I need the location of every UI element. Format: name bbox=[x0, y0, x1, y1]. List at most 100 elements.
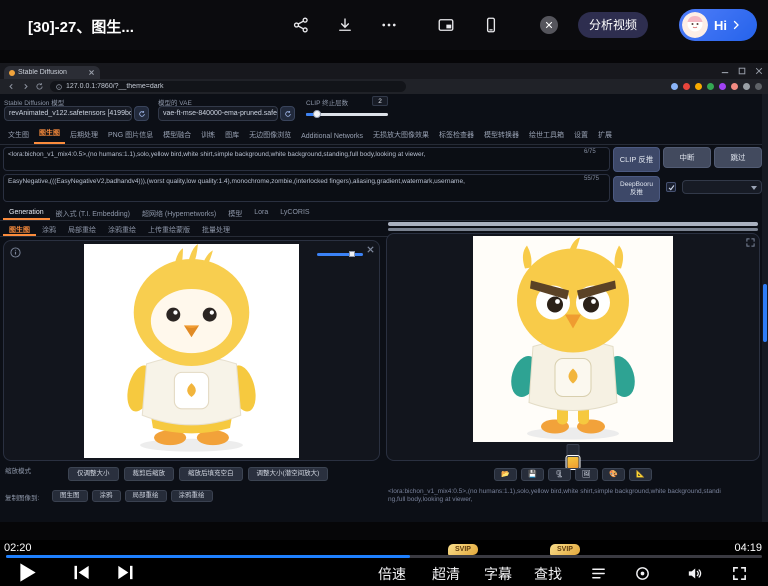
copy-to-sketch-button[interactable]: 涂鸦 bbox=[92, 490, 121, 502]
send-to-extras-button[interactable]: 📐 bbox=[629, 468, 652, 481]
tab-img2img[interactable]: 图生图 bbox=[34, 127, 65, 144]
gen-tab-lycoris[interactable]: LyCORIS bbox=[274, 206, 315, 220]
resize-option-latent[interactable]: 调整大小(潜空间放大) bbox=[248, 467, 329, 481]
profile-avatar-icon[interactable] bbox=[755, 83, 762, 90]
subtitle-button[interactable]: 字幕 bbox=[484, 564, 512, 584]
send-to-inpaint-button[interactable]: 🎨 bbox=[602, 468, 625, 481]
cast-to-device-icon[interactable] bbox=[482, 16, 500, 34]
fullscreen-icon[interactable] bbox=[731, 565, 748, 582]
tab-train[interactable]: 训练 bbox=[196, 127, 220, 144]
extension-icon[interactable] bbox=[671, 83, 678, 90]
remove-image-icon[interactable] bbox=[366, 245, 375, 254]
tab-upscale[interactable]: 无损放大图像效果 bbox=[368, 127, 434, 144]
volume-icon[interactable] bbox=[686, 565, 703, 582]
analyze-video-button[interactable]: 分析视频 bbox=[578, 12, 648, 38]
gen-tab-generation[interactable]: Generation bbox=[3, 206, 50, 220]
reload-icon[interactable] bbox=[35, 82, 44, 91]
minimize-icon[interactable] bbox=[721, 67, 729, 75]
slider-handle[interactable] bbox=[349, 251, 355, 257]
save-zip-button[interactable]: 🗜 bbox=[548, 468, 571, 481]
imgtab-inpaint-sketch[interactable]: 涂鸦重绘 bbox=[102, 222, 142, 236]
window-controls[interactable] bbox=[721, 67, 763, 75]
scrollbar-thumb[interactable] bbox=[763, 284, 767, 342]
save-image-button[interactable]: 💾 bbox=[521, 468, 544, 481]
extension-icon[interactable] bbox=[707, 83, 714, 90]
tab-infinite-image-browser[interactable]: 无边图像浏览 bbox=[244, 127, 296, 144]
style-checkbox[interactable] bbox=[666, 182, 676, 192]
imgtab-sketch[interactable]: 涂鸦 bbox=[36, 222, 62, 236]
playlist-icon[interactable] bbox=[590, 565, 607, 582]
tab-tag-inspector[interactable]: 标签检查器 bbox=[434, 127, 479, 144]
previous-episode-button[interactable] bbox=[73, 565, 91, 580]
send-to-img2img-button[interactable]: 🖼 bbox=[575, 468, 598, 481]
info-icon[interactable] bbox=[10, 247, 21, 258]
extension-icon[interactable] bbox=[743, 83, 750, 90]
extension-icon[interactable] bbox=[719, 83, 726, 90]
extension-icon[interactable] bbox=[695, 83, 702, 90]
share-icon[interactable] bbox=[292, 16, 310, 34]
download-icon[interactable] bbox=[336, 16, 354, 34]
imgtab-inpaint-upload[interactable]: 上传重绘蒙版 bbox=[142, 222, 196, 236]
tab-additional-networks[interactable]: Additional Networks bbox=[296, 129, 368, 144]
gen-tab-checkpoints[interactable]: 模型 bbox=[222, 206, 248, 220]
tab-checkpoint-merger[interactable]: 模型融合 bbox=[158, 127, 196, 144]
interrogate-clip-button[interactable]: CLIP 反推 bbox=[613, 147, 660, 172]
tab-extensions[interactable]: 扩展 bbox=[593, 127, 617, 144]
slider-handle[interactable] bbox=[313, 110, 321, 118]
copy-to-inpaint-sketch-button[interactable]: 涂鸦重绘 bbox=[171, 490, 213, 502]
model-select[interactable]: revAnimated_v122.safetensors [4199bcdd14… bbox=[4, 106, 132, 121]
tab-gallery[interactable]: 图库 bbox=[220, 127, 244, 144]
forward-icon[interactable] bbox=[21, 82, 30, 91]
style-dropdown[interactable] bbox=[682, 180, 762, 194]
back-icon[interactable] bbox=[7, 82, 16, 91]
tab-png-info[interactable]: PNG 图片信息 bbox=[103, 127, 158, 144]
resize-option-crop[interactable]: 裁剪后缩放 bbox=[124, 467, 175, 481]
gen-tab-hypernetworks[interactable]: 超网络 (Hypernetworks) bbox=[136, 206, 222, 220]
open-folder-button[interactable]: 📂 bbox=[494, 468, 517, 481]
clip-skip-slider[interactable] bbox=[306, 113, 388, 116]
refresh-vae-icon[interactable] bbox=[280, 106, 295, 121]
progress-bar[interactable] bbox=[6, 555, 762, 558]
url-bar[interactable]: 127.0.0.1:7860/?__theme=dark bbox=[50, 81, 406, 92]
resize-option-just-resize[interactable]: 仅调整大小 bbox=[68, 467, 119, 481]
fullscreen-preview-icon[interactable] bbox=[746, 238, 755, 247]
gen-tab-lora[interactable]: Lora bbox=[248, 206, 274, 220]
site-info-icon[interactable] bbox=[56, 84, 62, 90]
tab-close-icon[interactable] bbox=[88, 69, 95, 76]
brush-size-slider[interactable] bbox=[317, 253, 363, 256]
resize-option-fill[interactable]: 缩放后填充空白 bbox=[179, 467, 243, 481]
input-image[interactable] bbox=[84, 244, 299, 458]
extension-icon[interactable] bbox=[683, 83, 690, 90]
playback-speed-button[interactable]: 倍速 bbox=[378, 564, 406, 584]
vae-select[interactable]: vae-ft-mse-840000-ema-pruned.safetensors bbox=[158, 106, 278, 121]
play-button[interactable] bbox=[18, 562, 38, 583]
interrupt-button[interactable]: 中断 bbox=[663, 147, 711, 168]
imgtab-inpaint[interactable]: 局部重绘 bbox=[62, 222, 102, 236]
capture-icon[interactable] bbox=[634, 565, 651, 582]
skip-button[interactable]: 跳过 bbox=[714, 147, 762, 168]
tab-toolbox[interactable]: 绘世工具箱 bbox=[524, 127, 569, 144]
more-options-icon[interactable] bbox=[380, 16, 398, 34]
video-frame[interactable]: Stable Diffusion 127.0.0.1:7860/?__theme… bbox=[0, 50, 768, 540]
tab-model-converter[interactable]: 模型转换器 bbox=[479, 127, 524, 144]
quality-button[interactable]: 超清 bbox=[432, 564, 460, 584]
browser-tab[interactable]: Stable Diffusion bbox=[4, 66, 100, 79]
extension-icon[interactable] bbox=[731, 83, 738, 90]
page-scrollbar[interactable] bbox=[762, 94, 768, 522]
copy-to-inpaint-button[interactable]: 局部重绘 bbox=[125, 490, 167, 502]
picture-in-picture-icon[interactable] bbox=[437, 16, 455, 34]
tab-settings[interactable]: 设置 bbox=[569, 127, 593, 144]
tab-extras[interactable]: 后期处理 bbox=[65, 127, 103, 144]
gen-tab-embeddings[interactable]: 嵌入式 (T.I. Embedding) bbox=[50, 206, 136, 220]
find-button[interactable]: 查找 bbox=[534, 564, 562, 584]
interrogate-deepbooru-button[interactable]: DeepBooru 反推 bbox=[613, 176, 660, 202]
imgtab-batch[interactable]: 批量处理 bbox=[196, 222, 236, 236]
close-icon[interactable] bbox=[540, 16, 558, 34]
maximize-icon[interactable] bbox=[738, 67, 746, 75]
copy-to-img2img-button[interactable]: 图生图 bbox=[52, 490, 88, 502]
prompt-textarea[interactable]: <lora:bichon_v1_mix4:0.5>,(no humans:1.1… bbox=[3, 147, 610, 171]
imgtab-img2img[interactable]: 图生图 bbox=[3, 222, 36, 236]
refresh-model-icon[interactable] bbox=[134, 106, 149, 121]
output-image[interactable] bbox=[473, 236, 673, 442]
assistant-button[interactable]: Hi bbox=[679, 9, 757, 41]
